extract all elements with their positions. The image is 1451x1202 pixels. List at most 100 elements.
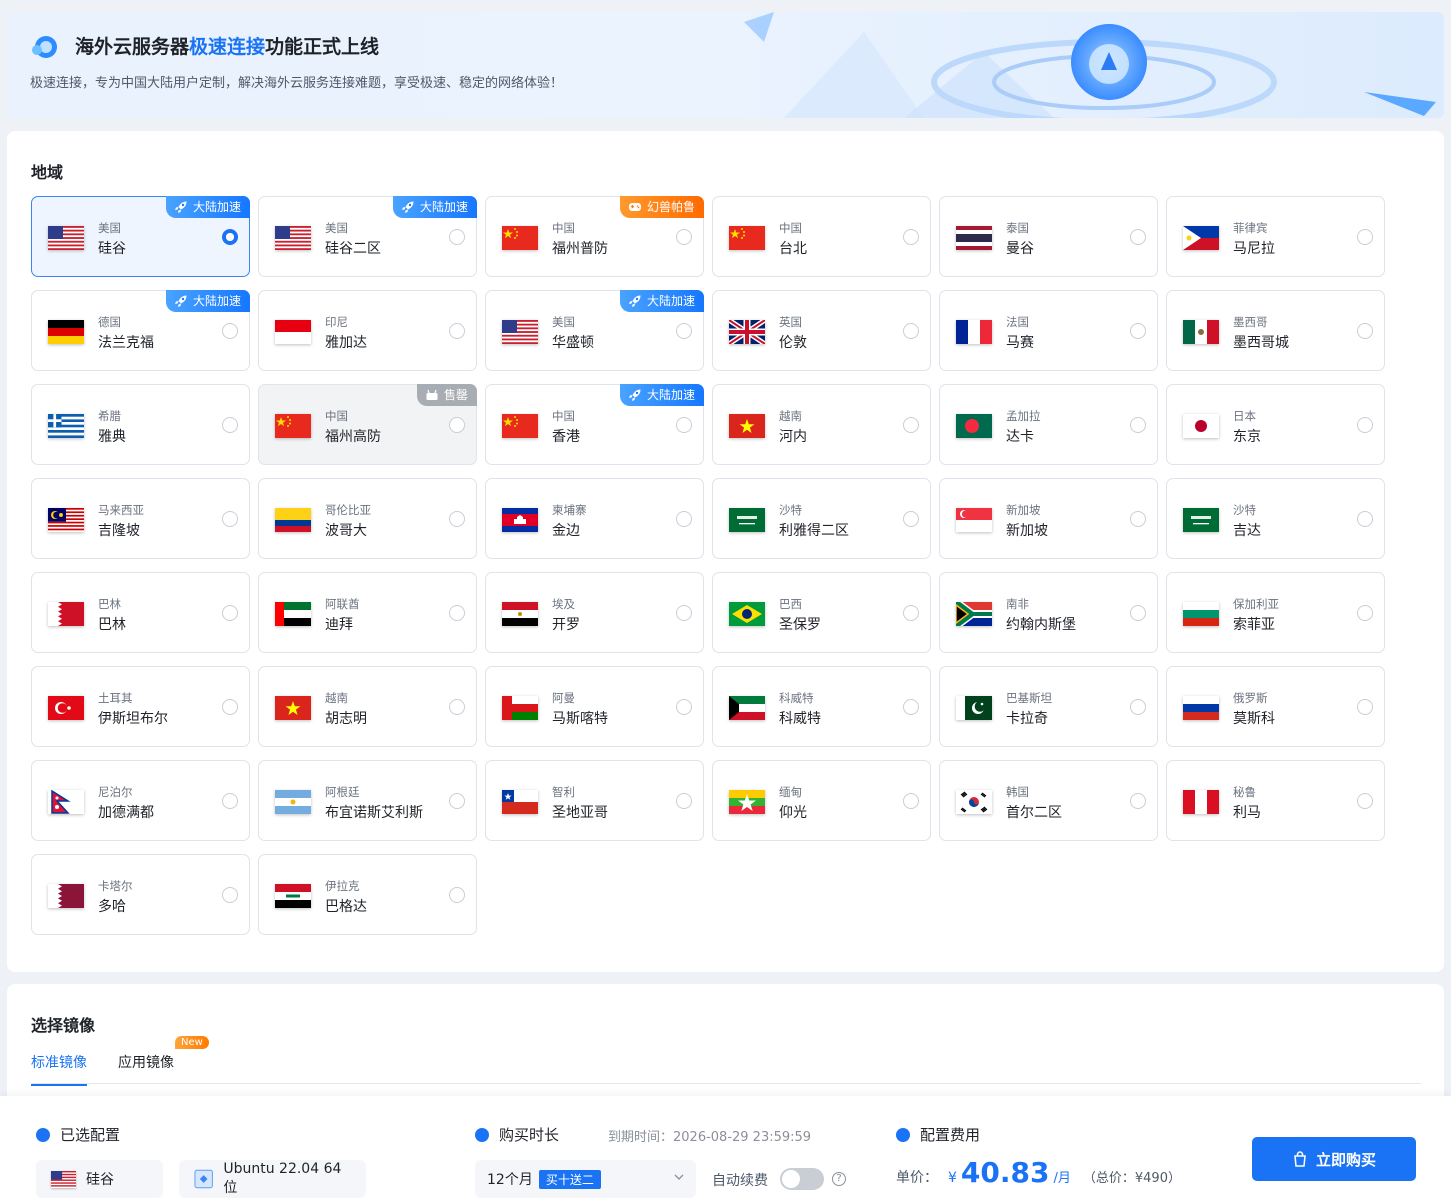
region-radio[interactable] bbox=[1357, 605, 1373, 621]
region-radio[interactable] bbox=[903, 229, 919, 245]
region-radio[interactable] bbox=[676, 229, 692, 245]
region-card[interactable]: 埃及 开罗 bbox=[485, 572, 704, 653]
region-radio[interactable] bbox=[1357, 229, 1373, 245]
region-card[interactable]: 德国 法兰克福 大陆加速 bbox=[31, 290, 250, 371]
region-card[interactable]: 马来西亚 吉隆坡 bbox=[31, 478, 250, 559]
region-radio[interactable] bbox=[676, 323, 692, 339]
region-card[interactable]: 沙特 利雅得二区 bbox=[712, 478, 931, 559]
region-card[interactable]: 南非 约翰内斯堡 bbox=[939, 572, 1158, 653]
region-card[interactable]: 秘鲁 利马 bbox=[1166, 760, 1385, 841]
region-card[interactable]: 韩国 首尔二区 bbox=[939, 760, 1158, 841]
region-card[interactable]: 越南 胡志明 bbox=[258, 666, 477, 747]
region-radio[interactable] bbox=[1357, 699, 1373, 715]
region-card[interactable]: 巴基斯坦 卡拉奇 bbox=[939, 666, 1158, 747]
region-card[interactable]: 俄罗斯 莫斯科 bbox=[1166, 666, 1385, 747]
region-radio[interactable] bbox=[676, 417, 692, 433]
region-card[interactable]: 缅甸 仰光 bbox=[712, 760, 931, 841]
region-card[interactable]: 卡塔尔 多哈 bbox=[31, 854, 250, 935]
region-radio[interactable] bbox=[449, 699, 465, 715]
region-radio[interactable] bbox=[676, 605, 692, 621]
region-radio[interactable] bbox=[449, 323, 465, 339]
region-radio[interactable] bbox=[903, 605, 919, 621]
region-radio[interactable] bbox=[222, 417, 238, 433]
region-radio[interactable] bbox=[1130, 511, 1146, 527]
region-radio[interactable] bbox=[676, 511, 692, 527]
region-radio[interactable] bbox=[676, 793, 692, 809]
co-flag-icon bbox=[275, 508, 311, 532]
region-radio[interactable] bbox=[222, 793, 238, 809]
region-card[interactable]: 印尼 雅加达 bbox=[258, 290, 477, 371]
region-radio[interactable] bbox=[449, 605, 465, 621]
region-card[interactable]: 中国 福州普防 幻兽帕鲁 bbox=[485, 196, 704, 277]
region-card[interactable]: 泰国 曼谷 bbox=[939, 196, 1158, 277]
region-city: 迪拜 bbox=[325, 617, 353, 633]
region-radio[interactable] bbox=[449, 511, 465, 527]
region-card[interactable]: 柬埔寨 金边 bbox=[485, 478, 704, 559]
region-radio[interactable] bbox=[222, 605, 238, 621]
duration-select[interactable]: 12个月 买十送二 bbox=[475, 1160, 696, 1198]
region-card[interactable]: 巴林 巴林 bbox=[31, 572, 250, 653]
region-radio[interactable] bbox=[222, 511, 238, 527]
buy-now-button[interactable]: 立即购买 bbox=[1252, 1137, 1416, 1181]
region-radio[interactable] bbox=[222, 323, 238, 339]
region-radio[interactable] bbox=[222, 887, 238, 903]
region-card[interactable]: 新加坡 新加坡 bbox=[939, 478, 1158, 559]
region-card[interactable]: 日本 东京 bbox=[1166, 384, 1385, 465]
help-icon[interactable]: ? bbox=[832, 1172, 846, 1186]
region-card[interactable]: 伊拉克 巴格达 bbox=[258, 854, 477, 935]
region-radio[interactable] bbox=[1130, 323, 1146, 339]
region-card[interactable]: 尼泊尔 加德满都 bbox=[31, 760, 250, 841]
region-card[interactable]: 保加利亚 索菲亚 bbox=[1166, 572, 1385, 653]
region-card[interactable]: 中国 香港 大陆加速 bbox=[485, 384, 704, 465]
tab-standard-image[interactable]: 标准镜像 bbox=[31, 1052, 87, 1086]
region-card[interactable]: 菲律宾 马尼拉 bbox=[1166, 196, 1385, 277]
region-city: 巴林 bbox=[98, 617, 126, 633]
region-card[interactable]: 哥伦比亚 波哥大 bbox=[258, 478, 477, 559]
region-radio[interactable] bbox=[903, 511, 919, 527]
region-city: 仰光 bbox=[779, 805, 807, 821]
region-radio[interactable] bbox=[1130, 229, 1146, 245]
region-radio[interactable] bbox=[1130, 793, 1146, 809]
region-card[interactable]: 阿曼 马斯喀特 bbox=[485, 666, 704, 747]
region-card[interactable]: 越南 河内 bbox=[712, 384, 931, 465]
region-card[interactable]: 美国 硅谷 大陆加速 bbox=[31, 196, 250, 277]
region-card[interactable]: 阿根廷 布宜诺斯艾利斯 bbox=[258, 760, 477, 841]
region-radio[interactable] bbox=[903, 793, 919, 809]
region-card[interactable]: 科威特 科威特 bbox=[712, 666, 931, 747]
region-radio[interactable] bbox=[449, 793, 465, 809]
region-radio[interactable] bbox=[903, 699, 919, 715]
region-card[interactable]: 智利 圣地亚哥 bbox=[485, 760, 704, 841]
region-card[interactable]: 英国 伦敦 bbox=[712, 290, 931, 371]
region-card[interactable]: 巴西 圣保罗 bbox=[712, 572, 931, 653]
region-radio[interactable] bbox=[449, 229, 465, 245]
region-radio[interactable] bbox=[903, 323, 919, 339]
region-radio[interactable] bbox=[1130, 417, 1146, 433]
region-card[interactable]: 孟加拉 达卡 bbox=[939, 384, 1158, 465]
region-country: 马来西亚 bbox=[98, 503, 144, 517]
region-card[interactable]: 中国 台北 bbox=[712, 196, 931, 277]
region-radio[interactable] bbox=[222, 229, 238, 245]
region-radio[interactable] bbox=[1357, 511, 1373, 527]
region-radio[interactable] bbox=[676, 699, 692, 715]
region-radio[interactable] bbox=[222, 699, 238, 715]
region-card[interactable]: 美国 华盛顿 大陆加速 bbox=[485, 290, 704, 371]
region-radio[interactable] bbox=[1357, 323, 1373, 339]
region-radio[interactable] bbox=[1357, 417, 1373, 433]
region-card[interactable]: 美国 硅谷二区 大陆加速 bbox=[258, 196, 477, 277]
auto-renew-toggle[interactable] bbox=[780, 1168, 824, 1190]
region-card[interactable]: 土耳其 伊斯坦布尔 bbox=[31, 666, 250, 747]
region-radio[interactable] bbox=[1130, 605, 1146, 621]
region-radio[interactable] bbox=[449, 887, 465, 903]
region-card[interactable]: 墨西哥 墨西哥城 bbox=[1166, 290, 1385, 371]
de-flag-icon bbox=[48, 320, 84, 344]
region-radio[interactable] bbox=[1357, 793, 1373, 809]
region-radio[interactable] bbox=[903, 417, 919, 433]
region-card[interactable]: 希腊 雅典 bbox=[31, 384, 250, 465]
region-card[interactable]: 法国 马赛 bbox=[939, 290, 1158, 371]
promo-banner: 海外云服务器极速连接功能正式上线 极速连接，专为中国大陆用户定制，解决海外云服务… bbox=[7, 12, 1444, 118]
region-card[interactable]: 阿联酋 迪拜 bbox=[258, 572, 477, 653]
tab-app-image[interactable]: 应用镜像 bbox=[118, 1052, 174, 1072]
region-radio[interactable] bbox=[1130, 699, 1146, 715]
region-radio bbox=[449, 417, 465, 433]
region-card[interactable]: 沙特 吉达 bbox=[1166, 478, 1385, 559]
